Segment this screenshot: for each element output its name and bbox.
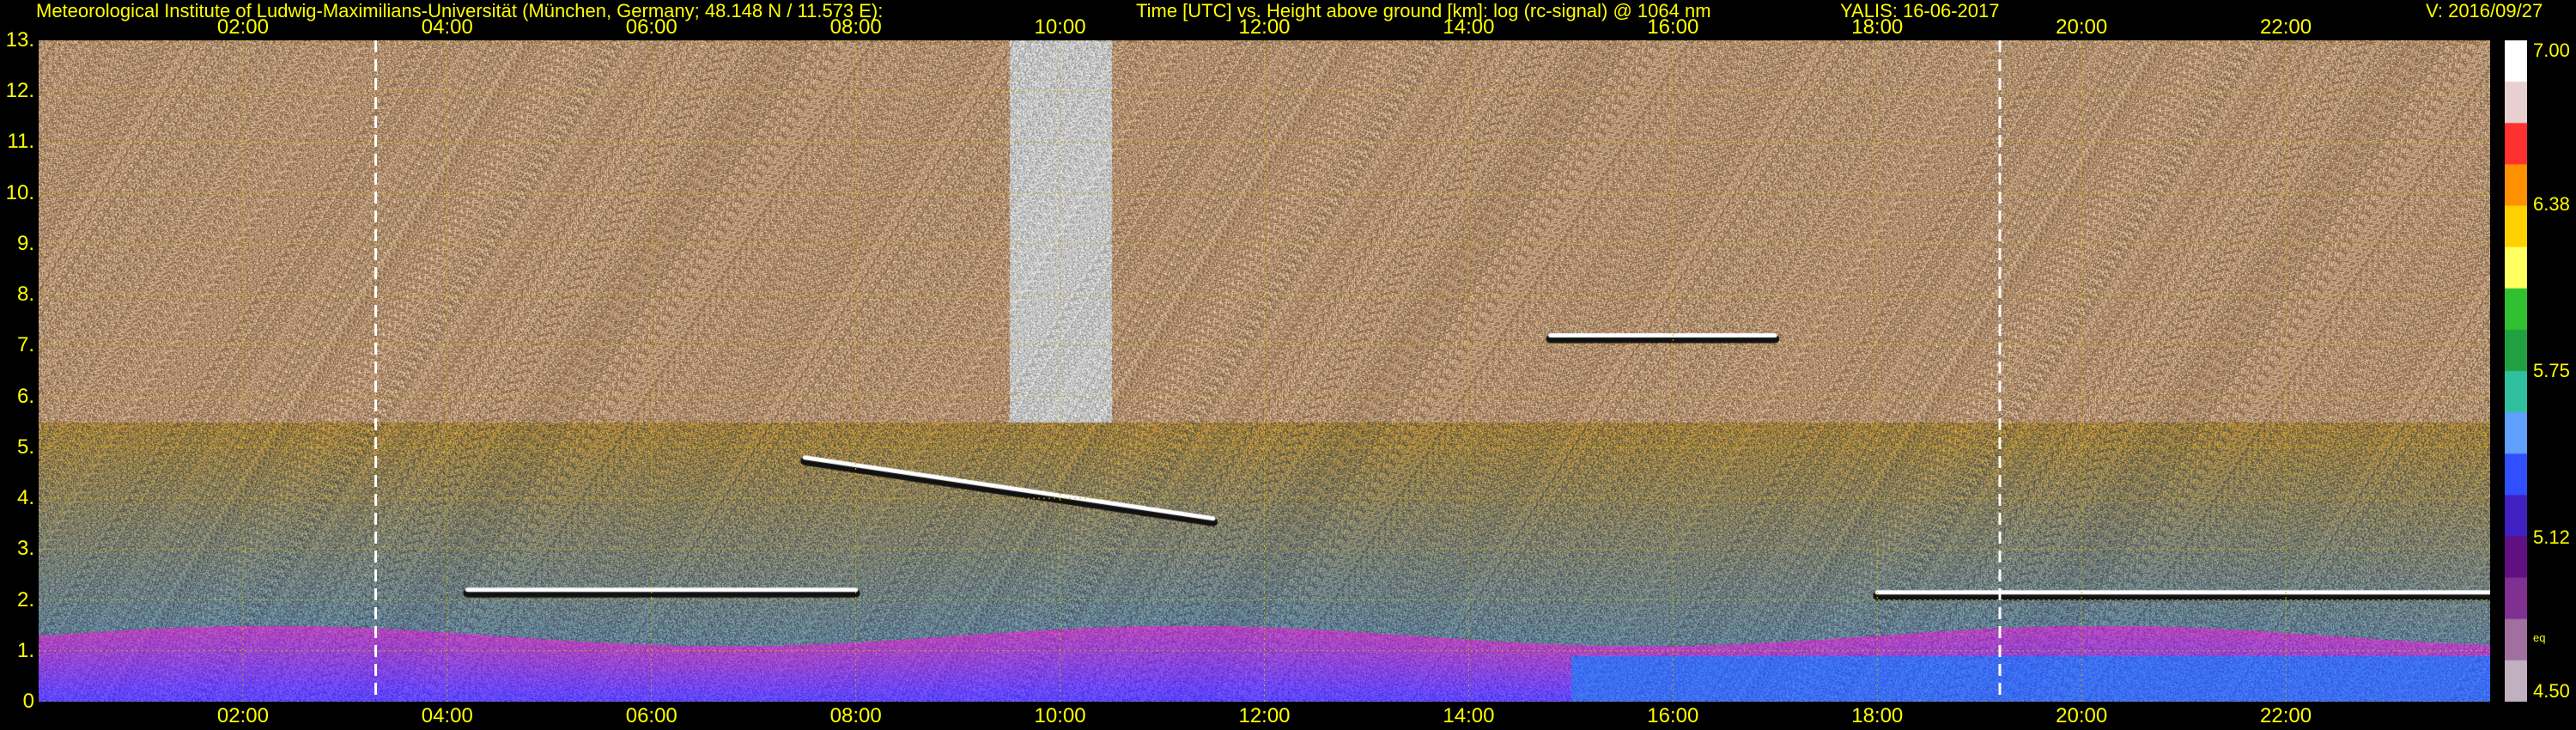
x-tick-bottom-18:00: 18:00 bbox=[1851, 704, 1904, 727]
y-tick-13: 13. bbox=[5, 28, 34, 52]
y-tick-8: 8. bbox=[16, 283, 34, 307]
y-tick-0: 0 bbox=[22, 690, 34, 713]
colorbar-label-7.00: 7.00 bbox=[2533, 40, 2570, 61]
x-tick-bottom-16:00: 16:00 bbox=[1647, 704, 1699, 727]
x-tick-top-02:00: 02:00 bbox=[216, 15, 269, 39]
x-tick-bottom-04:00: 04:00 bbox=[421, 704, 473, 727]
lidar-heatmap bbox=[39, 40, 2490, 702]
colorbar-tag: eq bbox=[2533, 631, 2546, 644]
y-tick-1: 1. bbox=[16, 638, 34, 662]
y-tick-11: 11. bbox=[7, 130, 34, 154]
x-tick-top-14:00: 14:00 bbox=[1443, 15, 1495, 39]
y-tick-6: 6. bbox=[16, 384, 34, 408]
y-tick-9: 9. bbox=[16, 231, 34, 255]
x-tick-top-20:00: 20:00 bbox=[2056, 15, 2108, 39]
y-tick-3: 3. bbox=[16, 537, 34, 561]
colorbar-label-4.50: 4.50 bbox=[2533, 680, 2570, 702]
x-tick-top-16:00: 16:00 bbox=[1647, 15, 1699, 39]
y-tick-10: 10. bbox=[5, 180, 34, 204]
x-tick-top-06:00: 06:00 bbox=[625, 15, 677, 39]
heatmap-overlay bbox=[39, 40, 2490, 702]
colorbar bbox=[2505, 40, 2527, 702]
x-tick-top-18:00: 18:00 bbox=[1851, 15, 1904, 39]
x-tick-top-12:00: 12:00 bbox=[1238, 15, 1291, 39]
x-tick-bottom-10:00: 10:00 bbox=[1034, 704, 1086, 727]
y-tick-5: 5. bbox=[16, 435, 34, 459]
x-tick-top-08:00: 08:00 bbox=[829, 15, 882, 39]
colorbar-label-5.75: 5.75 bbox=[2533, 360, 2570, 381]
x-tick-bottom-14:00: 14:00 bbox=[1443, 704, 1495, 727]
y-tick-7: 7. bbox=[16, 333, 34, 357]
header-description: Time [UTC] vs. Height above ground [km]:… bbox=[1136, 0, 1711, 21]
x-tick-bottom-08:00: 08:00 bbox=[829, 704, 882, 727]
colorbar-label-5.12: 5.12 bbox=[2533, 526, 2570, 549]
x-tick-bottom-22:00: 22:00 bbox=[2260, 704, 2312, 727]
x-tick-bottom-12:00: 12:00 bbox=[1238, 704, 1291, 727]
x-tick-bottom-20:00: 20:00 bbox=[2056, 704, 2108, 727]
x-tick-top-10:00: 10:00 bbox=[1034, 15, 1086, 39]
x-tick-top-22:00: 22:00 bbox=[2260, 15, 2312, 39]
header-version: V: 2016/09/27 bbox=[2426, 0, 2543, 21]
colorbar-label-6.38: 6.38 bbox=[2533, 192, 2570, 215]
y-tick-2: 2. bbox=[16, 587, 34, 611]
x-tick-top-04:00: 04:00 bbox=[421, 15, 473, 39]
y-tick-4: 4. bbox=[16, 486, 34, 510]
y-tick-12: 12. bbox=[5, 79, 34, 103]
x-tick-bottom-06:00: 06:00 bbox=[625, 704, 677, 727]
x-tick-bottom-02:00: 02:00 bbox=[216, 704, 269, 727]
